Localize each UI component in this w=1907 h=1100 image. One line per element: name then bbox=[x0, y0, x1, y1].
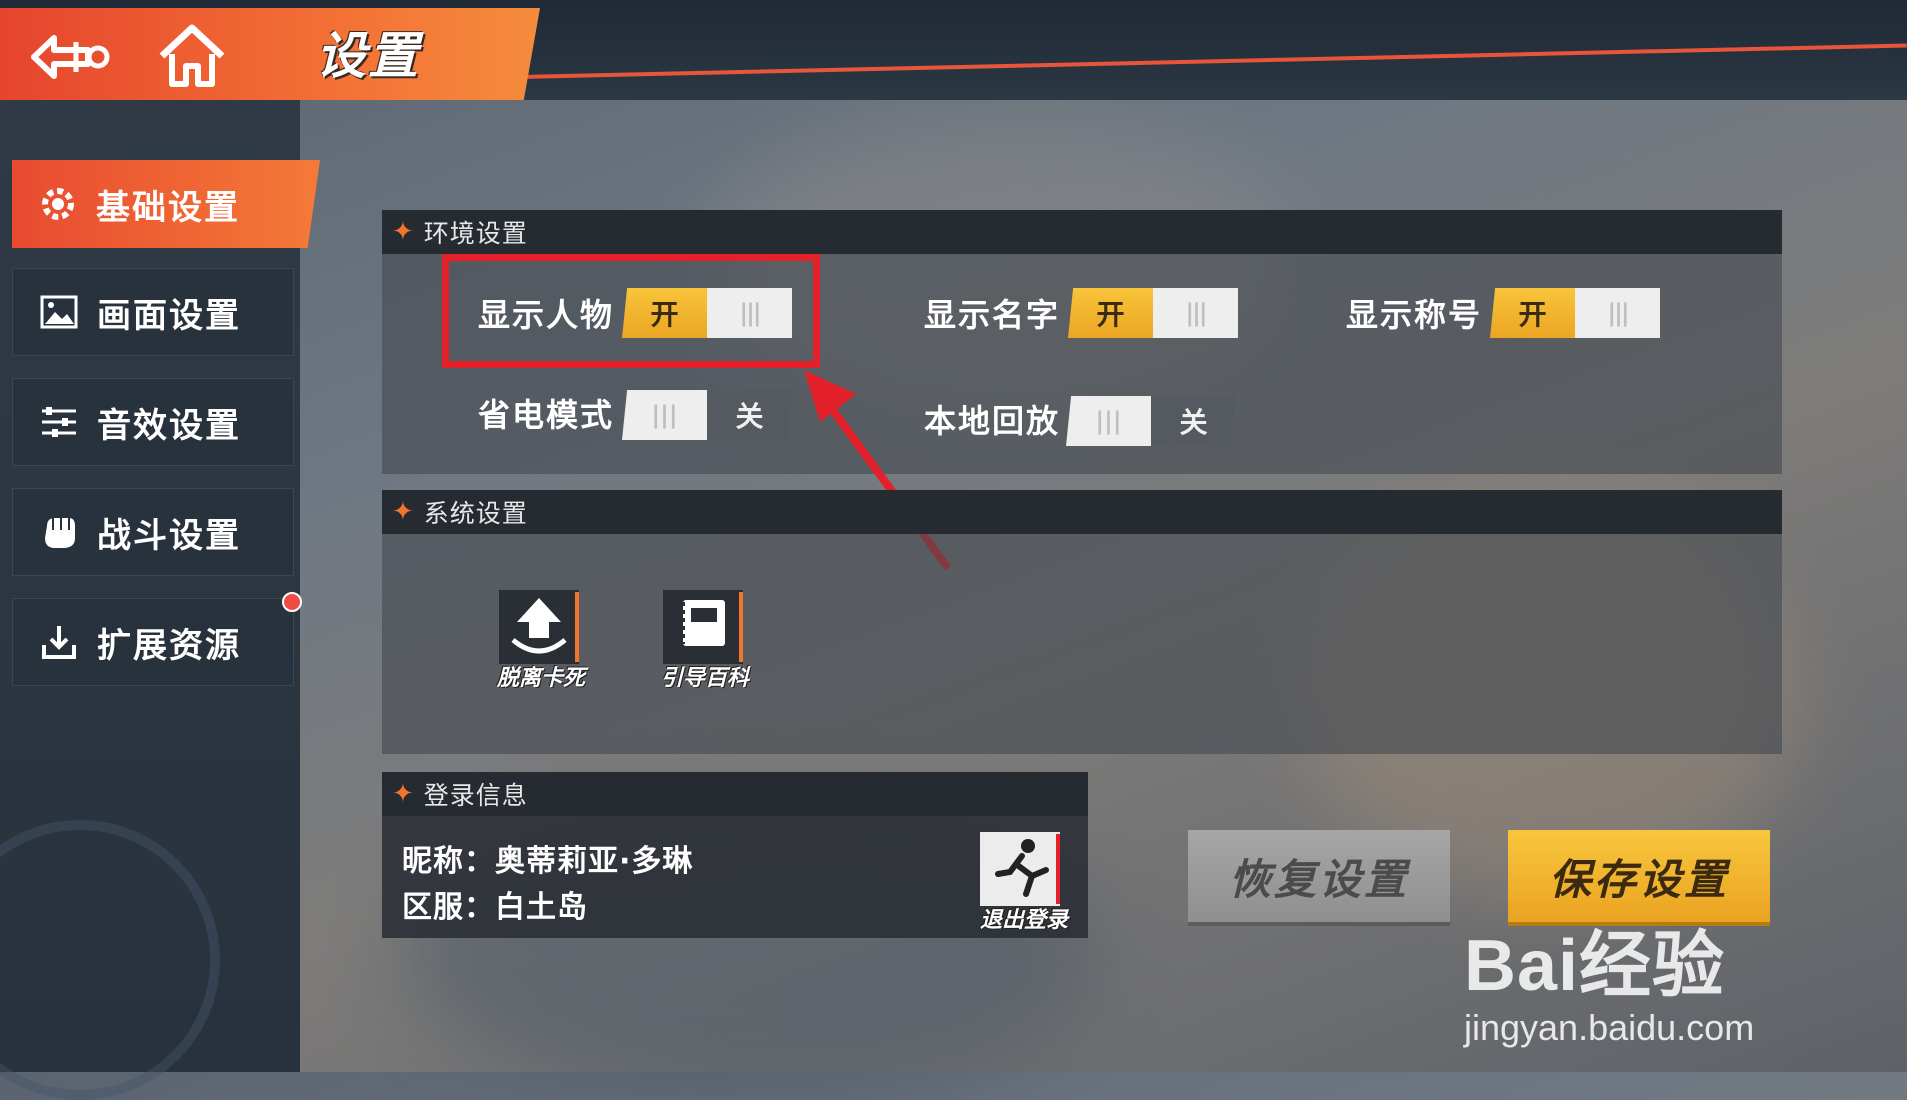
star-icon: ✦ bbox=[392, 497, 414, 527]
toggle-grip: ||| bbox=[1066, 396, 1151, 446]
running-man-icon bbox=[980, 832, 1060, 906]
panel-title: 登录信息 bbox=[423, 781, 528, 810]
panel-header: ✦ 登录信息 bbox=[382, 772, 1088, 816]
panel-title: 环境设置 bbox=[423, 219, 528, 248]
sidebar-item-label: 基础设置 bbox=[96, 187, 240, 228]
panel-header: ✦ 环境设置 bbox=[382, 210, 1782, 254]
unstuck-label: 脱离卡死 bbox=[496, 666, 585, 691]
toggle-state: 开 bbox=[1068, 288, 1153, 338]
restore-settings-button[interactable]: 恢复设置 bbox=[1188, 830, 1450, 922]
option-label-power-saving: 省电模式 bbox=[478, 396, 615, 434]
upload-arrow-icon bbox=[499, 590, 579, 664]
logout-button[interactable]: 退出登录 bbox=[972, 832, 1076, 933]
server-text: 区服：白土岛 bbox=[402, 890, 588, 925]
sidebar-item-display-settings[interactable]: 画面设置 bbox=[12, 268, 294, 356]
sidebar-item-label: 战斗设置 bbox=[97, 515, 241, 556]
toggle-grip: ||| bbox=[1575, 288, 1660, 338]
toggle-grip: ||| bbox=[1153, 288, 1238, 338]
watermark-url: jingyan.baidu.com bbox=[1464, 1007, 1755, 1048]
guide-wiki-button[interactable]: 引导百科 bbox=[650, 590, 760, 691]
star-icon: ✦ bbox=[392, 217, 414, 247]
unstuck-button[interactable]: 脱离卡死 bbox=[486, 590, 596, 691]
page-title: 设置 bbox=[316, 27, 420, 85]
sidebar-item-basic-settings[interactable]: 基础设置 bbox=[12, 160, 320, 248]
sidebar-item-label: 画面设置 bbox=[97, 295, 241, 336]
toggle-state: 开 bbox=[1490, 288, 1575, 338]
home-button[interactable] bbox=[156, 20, 228, 92]
option-label-show-name: 显示名字 bbox=[924, 296, 1061, 334]
baidu-watermark: Bai经验 jingyan.baidu.com bbox=[1464, 906, 1754, 1049]
guide-wiki-label: 引导百科 bbox=[660, 666, 749, 691]
sidebar-item-label: 音效设置 bbox=[97, 405, 241, 446]
logout-label: 退出登录 bbox=[979, 908, 1068, 933]
download-icon bbox=[35, 618, 83, 666]
toggle-grip: ||| bbox=[622, 390, 707, 440]
gear-icon bbox=[34, 180, 82, 228]
panel-title: 系统设置 bbox=[423, 499, 528, 528]
sidebar-item-sound-settings[interactable]: 音效设置 bbox=[12, 378, 294, 466]
fist-icon bbox=[35, 508, 83, 556]
watermark-logo: Bai经验 bbox=[1464, 926, 1726, 1006]
toggle-local-replay[interactable]: ||| 关 bbox=[1066, 396, 1236, 446]
toggle-power-saving[interactable]: ||| 关 bbox=[622, 390, 792, 440]
book-icon bbox=[663, 590, 743, 664]
back-button[interactable] bbox=[28, 22, 118, 92]
highlight-box bbox=[442, 254, 820, 368]
toggle-state: 关 bbox=[1151, 396, 1236, 446]
image-icon bbox=[35, 288, 83, 336]
home-icon bbox=[159, 24, 225, 87]
star-icon: ✦ bbox=[392, 779, 414, 809]
notification-dot bbox=[282, 592, 302, 612]
toggle-show-title[interactable]: 开 ||| bbox=[1490, 288, 1660, 338]
toggle-state: 关 bbox=[707, 390, 792, 440]
nickname-text: 昵称：奥蒂莉亚·多琳 bbox=[402, 844, 694, 879]
panel-header: ✦ 系统设置 bbox=[382, 490, 1782, 534]
sidebar-item-battle-settings[interactable]: 战斗设置 bbox=[12, 488, 294, 576]
toggle-show-name[interactable]: 开 ||| bbox=[1068, 288, 1238, 338]
sidebar-item-label: 扩展资源 bbox=[97, 625, 241, 666]
sidebar-item-extended-resources[interactable]: 扩展资源 bbox=[12, 598, 294, 686]
back-arrow-icon bbox=[31, 35, 110, 79]
sliders-icon bbox=[35, 398, 83, 446]
option-label-show-title: 显示称号 bbox=[1346, 296, 1483, 334]
